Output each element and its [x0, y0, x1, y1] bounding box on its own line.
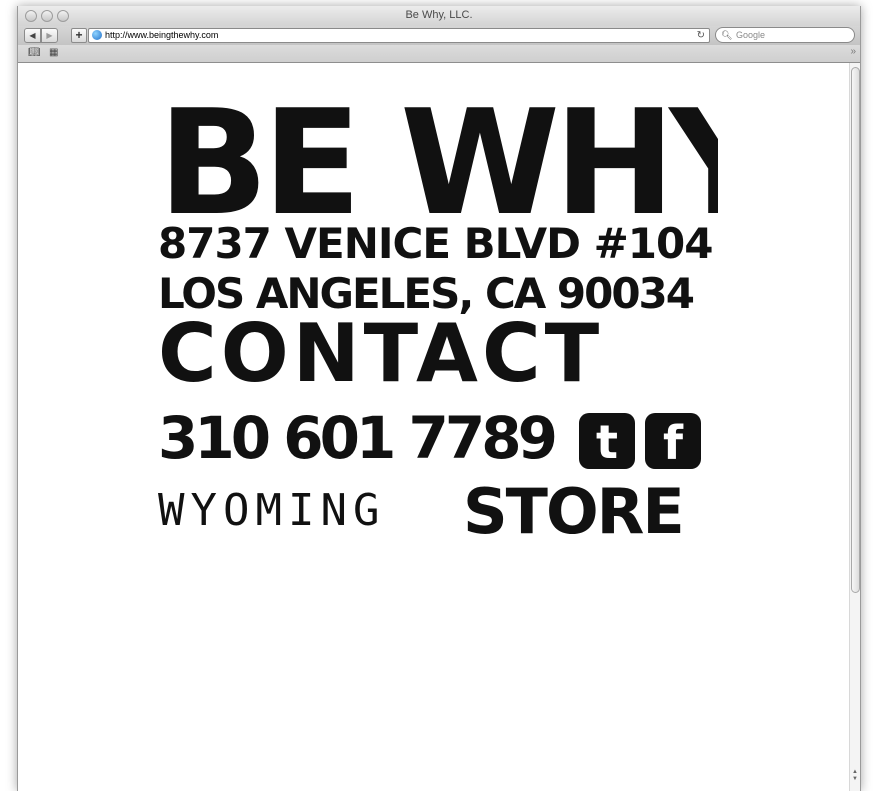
forward-button[interactable]: ▶	[41, 28, 58, 43]
bookmarks-bar: 📖︎ ▦ »	[18, 45, 860, 63]
url-text[interactable]: http://www.beingthewhy.com	[105, 29, 218, 42]
title-bar: Be Why, LLC.	[18, 6, 860, 26]
vertical-scrollbar[interactable]: ▲ ▼	[849, 63, 860, 791]
twitter-letter: t	[596, 415, 618, 469]
open-book-icon[interactable]: 📖︎	[28, 47, 41, 59]
add-bookmark-button[interactable]: +	[71, 28, 87, 43]
address-bar[interactable]: http://www.beingthewhy.com ↻	[88, 28, 710, 43]
chevron-right-icon[interactable]: »	[850, 46, 856, 57]
toolbar: ◀ ▶ + http://www.beingthewhy.com ↻ 🔍︎ Go…	[18, 26, 860, 45]
globe-icon	[92, 30, 102, 40]
address-line1: 8737 VENICE BLVD #104	[158, 219, 712, 268]
contact-link[interactable]: CONTACT	[158, 307, 603, 400]
plus-icon: +	[75, 28, 83, 42]
grid-icon[interactable]: ▦	[49, 47, 58, 59]
window-title: Be Why, LLC.	[405, 9, 473, 21]
phone-number: 310 601 7789	[158, 404, 555, 472]
store-link[interactable]: STORE	[463, 475, 685, 543]
scroll-arrows-icon[interactable]: ▲ ▼	[851, 769, 859, 783]
facebook-button[interactable]: f	[645, 413, 701, 470]
wyoming-link[interactable]: WYOMING	[158, 485, 385, 536]
search-placeholder: Google	[736, 30, 766, 40]
search-field[interactable]: 🔍︎ Google	[715, 27, 855, 43]
store-label[interactable]: STORE	[463, 475, 685, 543]
reload-icon[interactable]: ↻	[697, 29, 705, 42]
facebook-letter: f	[663, 416, 684, 470]
back-button[interactable]: ◀	[24, 28, 41, 43]
wyoming-label[interactable]: WYOMING	[158, 485, 385, 536]
scrollbar-thumb[interactable]	[851, 67, 860, 593]
magnifier-icon[interactable]: 🔍︎	[721, 28, 732, 42]
be-why-graphic: BE WHY 8737 VENICE BLVD #104 LOS ANGELES…	[158, 79, 718, 543]
page-content: BE WHY 8737 VENICE BLVD #104 LOS ANGELES…	[18, 63, 850, 791]
contact-label[interactable]: CONTACT	[158, 307, 603, 400]
browser-window: Be Why, LLC. ◀ ▶ + http://www.beingthewh…	[17, 6, 861, 791]
back-arrow-icon: ◀	[29, 31, 36, 40]
brush-graphic: BE WHY 8737 VENICE BLVD #104 LOS ANGELES…	[158, 63, 718, 543]
twitter-button[interactable]: t	[579, 413, 635, 469]
forward-arrow-icon: ▶	[46, 31, 53, 40]
